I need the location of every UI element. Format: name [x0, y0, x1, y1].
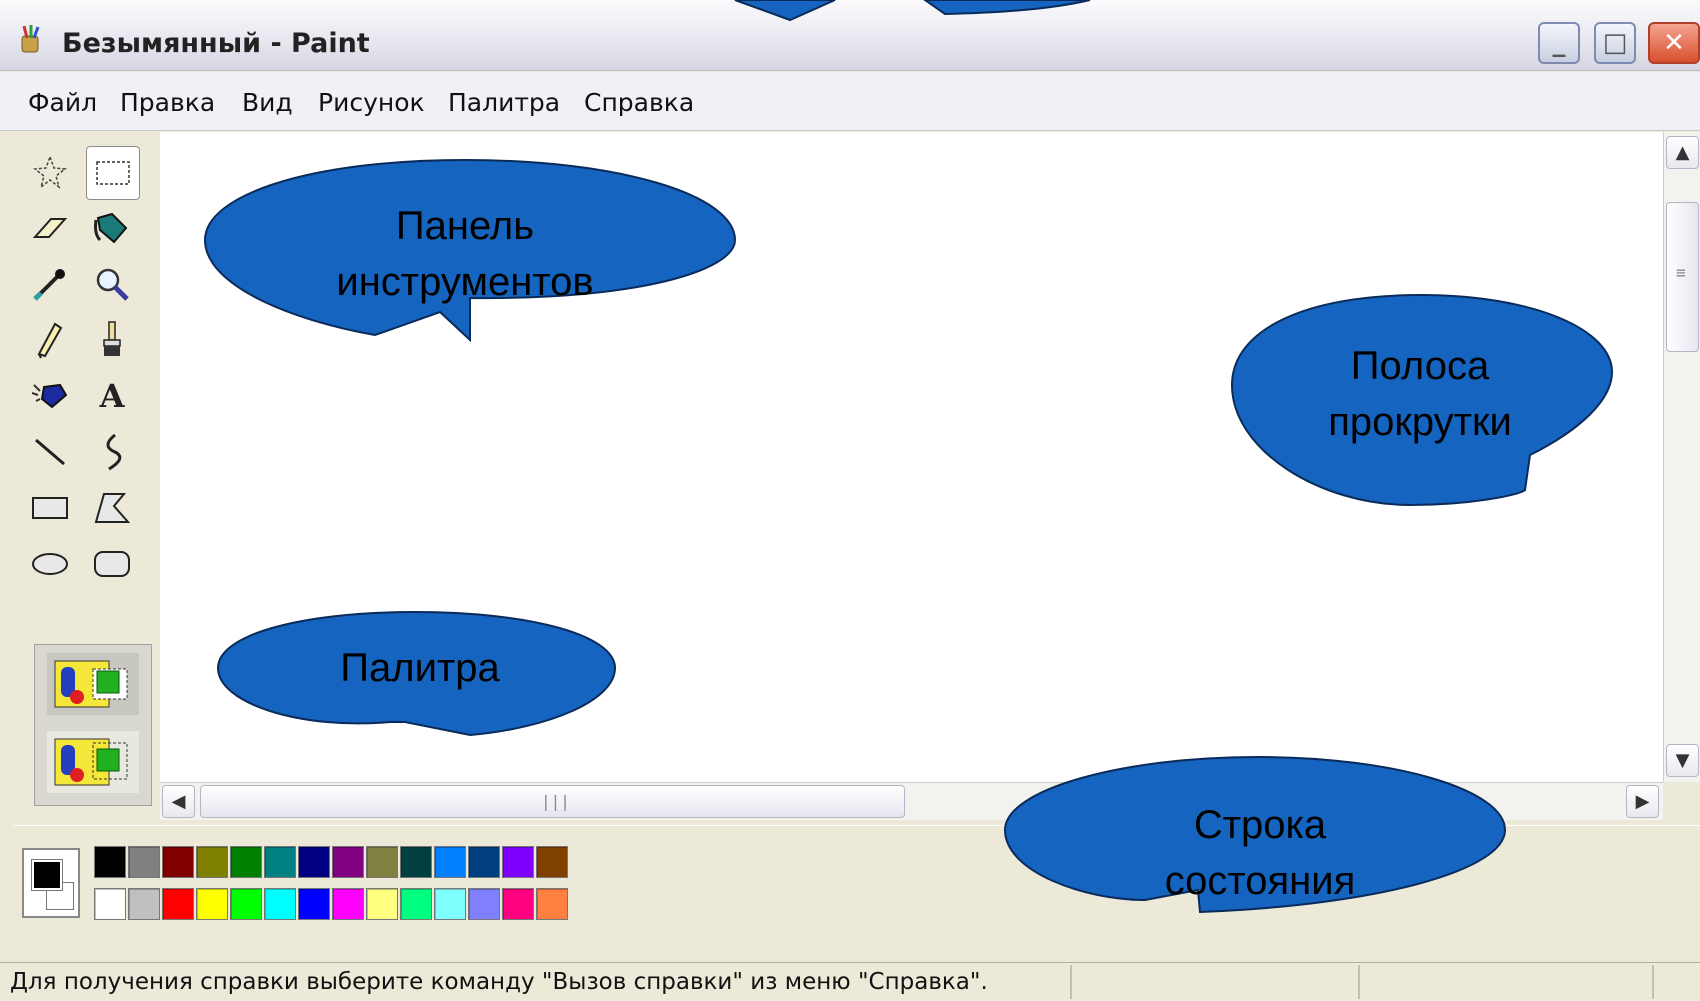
callout-palette-text: Палитра [340, 646, 500, 690]
callout-statusbar-line1: Строка [1193, 803, 1327, 847]
paint-window: Безымянный - Paint _ □ ✕ Файл Правка Вид… [0, 0, 1700, 1001]
callout-toolbar-line1: Панель [395, 204, 535, 248]
callout-toolbar-line2: инструментов [336, 260, 594, 304]
callout-toolbar-text: Панель инструментов [300, 198, 630, 310]
callout-scrollbar-text: Полоса прокрутки [1270, 338, 1570, 450]
top-callout-fragment-left [734, 0, 836, 22]
callout-statusbar-line2: состояния [1164, 859, 1356, 903]
callout-scrollbar-line1: Полоса [1350, 344, 1490, 388]
callout-scrollbar-line2: прокрутки [1328, 400, 1512, 444]
top-callout-fragment-right [923, 0, 1091, 16]
callout-statusbar-text: Строка состояния [1110, 797, 1410, 909]
callouts-overlay [203, 0, 1614, 914]
